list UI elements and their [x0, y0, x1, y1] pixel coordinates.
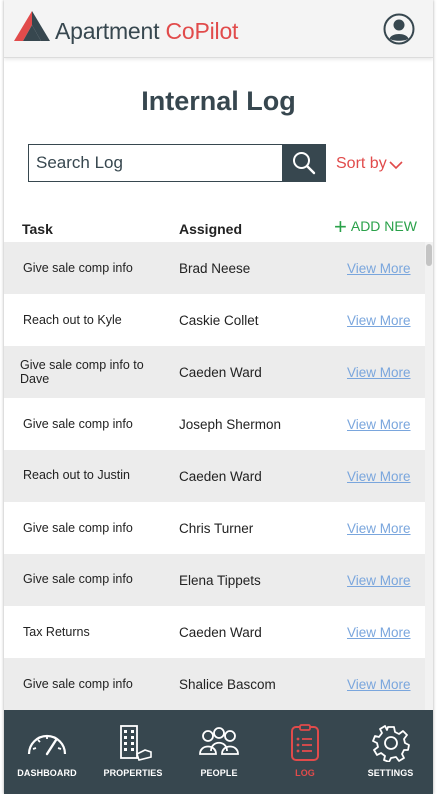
- view-more-link[interactable]: View More: [347, 658, 411, 710]
- assigned-cell: Caskie Collet: [179, 312, 259, 328]
- apartment-copilot-logo: [14, 11, 50, 41]
- table-scrollbar[interactable]: [425, 242, 433, 710]
- task-cell: Tax Returns: [23, 625, 90, 639]
- column-header-task: Task: [22, 221, 53, 237]
- task-cell: Give sale comp info: [23, 417, 133, 431]
- log-icon: [291, 724, 319, 761]
- view-more-link[interactable]: View More: [347, 502, 411, 554]
- nav-settings[interactable]: SETTINGS: [348, 710, 433, 794]
- assigned-cell: Joseph Shermon: [179, 416, 282, 432]
- assigned-cell: Brad Neese: [179, 260, 251, 276]
- nav-label-properties: PROPERTIES: [103, 768, 163, 778]
- chevron-down-icon: [389, 161, 403, 170]
- nav-properties[interactable]: PROPERTIES: [90, 710, 176, 794]
- table-row: Reach out to Justin Caeden Ward View Mor…: [4, 450, 425, 502]
- table-row: Give sale comp info Chris Turner View Mo…: [4, 502, 425, 554]
- task-cell: Give sale comp info: [23, 521, 133, 535]
- view-more-link[interactable]: View More: [347, 398, 411, 450]
- assigned-cell: Chris Turner: [179, 520, 254, 536]
- sort-by-dropdown[interactable]: Sort by: [336, 155, 403, 173]
- task-cell: Give sale comp info: [23, 261, 133, 275]
- speedometer-icon: [27, 734, 67, 756]
- task-cell: Give sale comp info to Dave: [20, 358, 144, 386]
- assigned-cell: Shalice Bascom: [179, 676, 276, 692]
- app-header: Apartment CoPilot: [4, 0, 433, 58]
- view-more-link[interactable]: View More: [347, 294, 411, 346]
- app-frame: Apartment CoPilot Internal Log Sort by T…: [4, 0, 433, 794]
- nav-label-log: LOG: [295, 768, 315, 778]
- brand-accent: CoPilot: [165, 18, 239, 44]
- assigned-cell: Caeden Ward: [179, 468, 262, 484]
- table-row: Reach out to Kyle Caskie Collet View Mor…: [4, 294, 425, 346]
- plus-icon: +: [334, 214, 347, 239]
- table-row: Tax Returns Caeden Ward View More: [4, 606, 425, 658]
- view-more-link[interactable]: View More: [347, 554, 411, 606]
- table-row: Give sale comp info Elena Tippets View M…: [4, 554, 425, 606]
- assigned-cell: Caeden Ward: [179, 624, 262, 640]
- building-icon: [120, 725, 152, 761]
- log-table: Give sale comp info Brad Neese View More…: [4, 242, 425, 710]
- scrollbar-thumb[interactable]: [426, 244, 432, 266]
- nav-label-people: PEOPLE: [200, 768, 238, 778]
- table-row: Give sale comp info Shalice Bascom View …: [4, 658, 425, 710]
- profile-icon[interactable]: [383, 13, 415, 45]
- assigned-cell: Caeden Ward: [179, 364, 262, 380]
- task-cell: Give sale comp info: [23, 677, 133, 691]
- task-cell: Reach out to Kyle: [23, 313, 122, 327]
- view-more-link[interactable]: View More: [347, 242, 411, 294]
- task-cell: Reach out to Justin: [23, 468, 131, 482]
- gear-icon: [371, 725, 410, 762]
- sort-by-label: Sort by: [336, 155, 387, 172]
- add-new-label: ADD NEW: [350, 218, 417, 234]
- nav-log[interactable]: LOG: [262, 710, 348, 794]
- table-row: Give sale comp info Brad Neese View More: [4, 242, 425, 294]
- view-more-link[interactable]: View More: [347, 606, 411, 658]
- assigned-cell: Elena Tippets: [179, 572, 261, 588]
- brand-main: Apartment: [55, 18, 166, 44]
- view-more-link[interactable]: View More: [347, 450, 411, 502]
- table-row: Give sale comp info Joseph Shermon View …: [4, 398, 425, 450]
- page-title: Internal Log: [141, 86, 296, 116]
- task-cell: Give sale comp info: [23, 572, 133, 586]
- nav-dashboard[interactable]: DASHBOARD: [4, 710, 90, 794]
- table-row: Give sale comp info to Dave Caeden Ward …: [4, 346, 425, 398]
- search-icon: [293, 152, 316, 175]
- people-icon: [199, 727, 239, 755]
- column-header-assigned: Assigned: [179, 221, 243, 237]
- view-more-link[interactable]: View More: [347, 346, 411, 398]
- add-new-button[interactable]: + ADD NEW: [334, 214, 417, 240]
- search-button[interactable]: [282, 144, 326, 182]
- nav-label-settings: SETTINGS: [367, 768, 414, 778]
- search-input[interactable]: [28, 144, 283, 182]
- nav-people[interactable]: PEOPLE: [176, 710, 262, 794]
- nav-label-dashboard: DASHBOARD: [17, 768, 77, 778]
- brand-name: Apartment CoPilot: [55, 18, 238, 45]
- bottom-nav: DASHBOARD PROPERTIES PEOPLE LOG SETTINGS: [4, 710, 433, 794]
